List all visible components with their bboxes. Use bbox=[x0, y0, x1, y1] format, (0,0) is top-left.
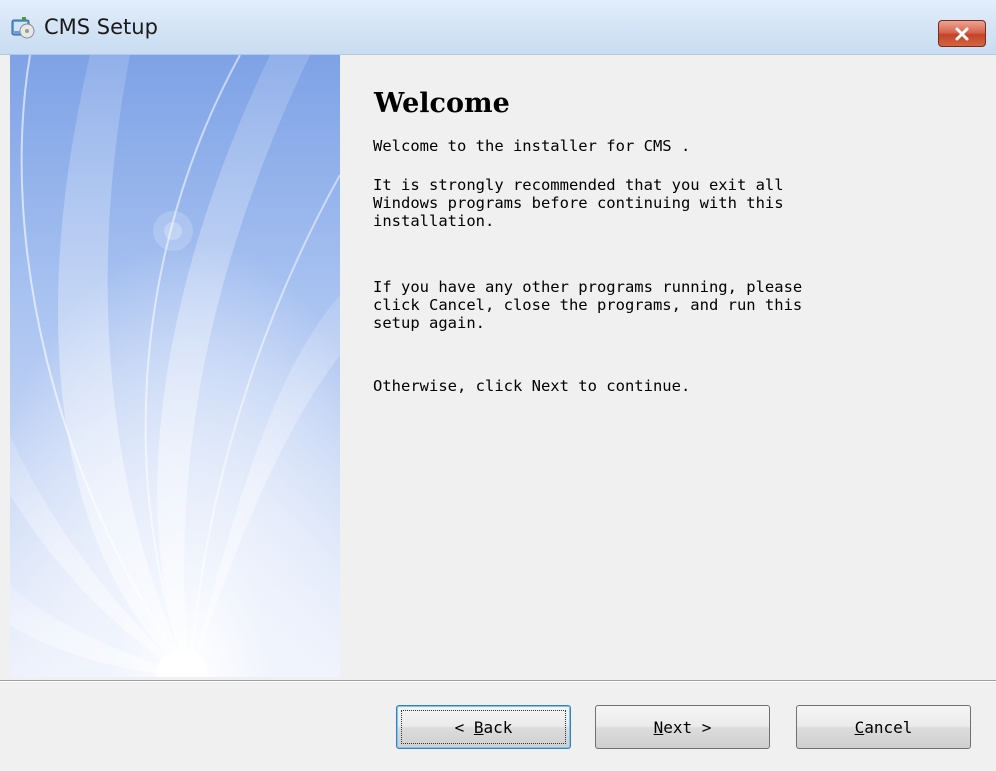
setup-window: CMS Setup Welcome Welcome to the install… bbox=[0, 0, 996, 771]
cancel-instruction-text: If you have any other programs running, … bbox=[373, 278, 803, 332]
welcome-text: Welcome to the installer for CMS . bbox=[373, 137, 691, 155]
page-title: Welcome bbox=[374, 88, 510, 119]
back-button-label: < Back bbox=[454, 717, 513, 737]
back-button[interactable]: < Back bbox=[396, 705, 571, 749]
title-bar[interactable]: CMS Setup bbox=[0, 0, 996, 55]
close-icon bbox=[955, 27, 969, 41]
wizard-banner-image bbox=[10, 55, 340, 677]
exit-programs-text: It is strongly recommended that you exit… bbox=[373, 176, 784, 230]
cancel-button-label: Cancel bbox=[854, 717, 913, 737]
next-button-label: Next > bbox=[653, 717, 712, 737]
footer-divider bbox=[0, 680, 996, 682]
close-button[interactable] bbox=[938, 20, 986, 47]
welcome-content: Welcome Welcome to the installer for CMS… bbox=[340, 55, 996, 677]
installer-icon bbox=[10, 14, 36, 40]
cancel-button[interactable]: Cancel bbox=[796, 705, 971, 749]
window-title: CMS Setup bbox=[44, 15, 158, 39]
continue-instruction-text: Otherwise, click Next to continue. bbox=[373, 377, 691, 395]
next-button[interactable]: Next > bbox=[595, 705, 770, 749]
